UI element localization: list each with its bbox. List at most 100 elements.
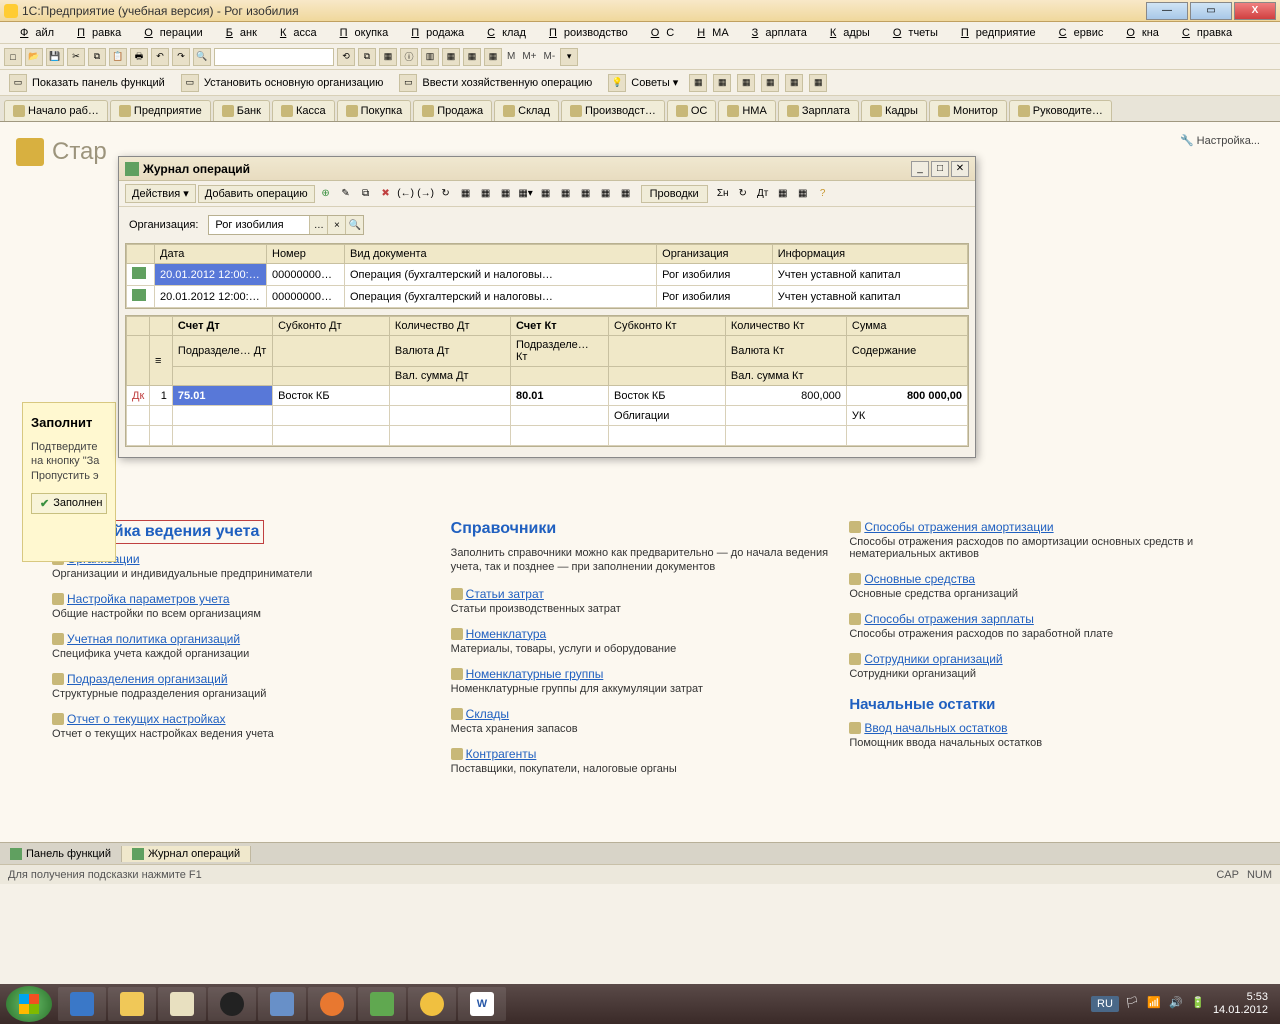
grid2-header[interactable] bbox=[127, 317, 150, 336]
grid1-header[interactable]: Дата bbox=[155, 245, 267, 264]
menu-окна[interactable]: Окна bbox=[1112, 25, 1166, 41]
grid2-header[interactable] bbox=[149, 317, 172, 336]
menu-операции[interactable]: Операции bbox=[130, 25, 209, 41]
maximize-button[interactable]: ▭ bbox=[1190, 2, 1232, 20]
tool6-icon[interactable]: ▦ bbox=[577, 185, 595, 203]
info-icon[interactable]: ⓘ bbox=[400, 48, 418, 66]
item-link[interactable]: Способы отражения амортизации bbox=[849, 520, 1228, 534]
tab-покупка[interactable]: Покупка bbox=[337, 100, 412, 121]
taskbar-word-icon[interactable]: W bbox=[458, 987, 506, 1021]
taskbar-app2-icon[interactable] bbox=[208, 987, 256, 1021]
tray-flag-icon[interactable]: 🏳 bbox=[1125, 996, 1141, 1012]
wintab-панельфункций[interactable]: Панель функций bbox=[0, 846, 122, 862]
help-icon[interactable]: ? bbox=[814, 185, 832, 203]
tab-монитор[interactable]: Монитор bbox=[929, 100, 1007, 121]
menu-продажа[interactable]: Продажа bbox=[397, 25, 471, 41]
grid2-header[interactable]: Субконто Дт bbox=[273, 317, 390, 336]
m-label[interactable]: M bbox=[505, 51, 517, 62]
grid2-header[interactable]: Количество Дт bbox=[389, 317, 510, 336]
grid2-header[interactable]: Счет Дт bbox=[172, 317, 272, 336]
tool-a-icon[interactable]: ⟲ bbox=[337, 48, 355, 66]
filter-icon[interactable]: ▦▾ bbox=[517, 185, 535, 203]
copy-icon[interactable]: ⧉ bbox=[357, 185, 375, 203]
menu-банк[interactable]: Банк bbox=[212, 25, 264, 41]
tab-склад[interactable]: Склад bbox=[494, 100, 559, 121]
grid1-header[interactable]: Организация bbox=[657, 245, 773, 264]
tool10-icon[interactable]: ▦ bbox=[774, 185, 792, 203]
journal-maximize-button[interactable]: □ bbox=[931, 161, 949, 177]
item-link[interactable]: Номенклатура bbox=[451, 627, 830, 641]
menu-производство[interactable]: Производство bbox=[535, 25, 635, 41]
nav-next-icon[interactable]: (→) bbox=[417, 185, 435, 203]
tab-началораб[interactable]: Начало раб… bbox=[4, 100, 108, 121]
tray-clock[interactable]: 5:53 14.01.2012 bbox=[1213, 991, 1274, 1017]
tool2-icon[interactable]: ▦ bbox=[477, 185, 495, 203]
tab-продажа[interactable]: Продажа bbox=[413, 100, 492, 121]
taskbar-msn-icon[interactable] bbox=[358, 987, 406, 1021]
taskbar-ie-icon[interactable] bbox=[58, 987, 106, 1021]
entry-row[interactable] bbox=[127, 426, 968, 446]
tab-касса[interactable]: Касса bbox=[272, 100, 335, 121]
item-link[interactable]: Учетная политика организаций bbox=[52, 632, 431, 646]
grid2-header[interactable]: Сумма bbox=[846, 317, 967, 336]
journal-minimize-button[interactable]: _ bbox=[911, 161, 929, 177]
tab-предприятие[interactable]: Предприятие bbox=[110, 100, 211, 121]
add-icon[interactable]: ⊕ bbox=[317, 185, 335, 203]
copy-icon[interactable]: ⧉ bbox=[88, 48, 106, 66]
aux4-icon[interactable]: ▦ bbox=[761, 74, 779, 92]
calc-icon[interactable]: ▦ bbox=[379, 48, 397, 66]
menu-склад[interactable]: Склад bbox=[473, 25, 533, 41]
tool-d-icon[interactable]: ▦ bbox=[463, 48, 481, 66]
tab-зарплата[interactable]: Зарплата bbox=[778, 100, 859, 121]
hint-button[interactable]: ✔Заполнен bbox=[31, 493, 107, 514]
entry-row[interactable]: Облигации УК bbox=[127, 406, 968, 426]
tool5-icon[interactable]: ▦ bbox=[557, 185, 575, 203]
settings-link[interactable]: 🔧 Настройка... bbox=[1180, 134, 1260, 147]
calendar-icon[interactable]: ▥ bbox=[421, 48, 439, 66]
menu-касса[interactable]: Касса bbox=[266, 25, 324, 41]
redo-icon[interactable]: ↷ bbox=[172, 48, 190, 66]
tips-button[interactable]: 💡Советы ▾ bbox=[603, 72, 683, 94]
org-search-button[interactable]: 🔍 bbox=[345, 216, 363, 234]
show-panel-button[interactable]: ▭Показать панель функций bbox=[4, 72, 170, 94]
undo-icon[interactable]: ↶ bbox=[151, 48, 169, 66]
grid2-header[interactable]: Счет Кт bbox=[510, 317, 608, 336]
grid1-header[interactable]: Номер bbox=[267, 245, 345, 264]
tab-производст[interactable]: Производст… bbox=[561, 100, 665, 121]
item-link[interactable]: Статьи затрат bbox=[451, 587, 830, 601]
save-icon[interactable]: 💾 bbox=[46, 48, 64, 66]
item-link[interactable]: Настройка параметров учета bbox=[52, 592, 431, 606]
tab-ос[interactable]: ОС bbox=[667, 100, 717, 121]
aux5-icon[interactable]: ▦ bbox=[785, 74, 803, 92]
tool-c-icon[interactable]: ▦ bbox=[442, 48, 460, 66]
wintab-журналопераций[interactable]: Журнал операций bbox=[122, 846, 251, 862]
tray-volume-icon[interactable]: 🔊 bbox=[1169, 996, 1185, 1012]
actions-button[interactable]: Действия ▾ bbox=[125, 184, 196, 203]
new-icon[interactable]: □ bbox=[4, 48, 22, 66]
menu-нма[interactable]: НМА bbox=[683, 25, 735, 41]
grid1-header[interactable]: Вид документа bbox=[345, 245, 657, 264]
org-input[interactable] bbox=[209, 217, 309, 233]
menu-отчеты[interactable]: Отчеты bbox=[879, 25, 945, 41]
edit-icon[interactable]: ✎ bbox=[337, 185, 355, 203]
entries-grid[interactable]: Счет ДтСубконто ДтКоличество ДтСчет Кт Су… bbox=[125, 315, 969, 447]
taskbar-app1-icon[interactable] bbox=[158, 987, 206, 1021]
menu-кадры[interactable]: Кадры bbox=[816, 25, 877, 41]
grid1-row[interactable]: 20.01.2012 12:00:…00000000…Операция (бух… bbox=[127, 264, 968, 286]
enter-op-button[interactable]: ▭Ввести хозяйственную операцию bbox=[394, 72, 597, 94]
open-icon[interactable]: 📂 bbox=[25, 48, 43, 66]
item-link[interactable]: Ввод начальных остатков bbox=[849, 721, 1228, 735]
grid2-header[interactable]: Количество Кт bbox=[725, 317, 846, 336]
menu-покупка[interactable]: Покупка bbox=[326, 25, 396, 41]
taskbar-paint-icon[interactable] bbox=[258, 987, 306, 1021]
tool7-icon[interactable]: ▦ bbox=[597, 185, 615, 203]
menu-сервис[interactable]: Сервис bbox=[1045, 25, 1111, 41]
print-icon[interactable]: 🖶 bbox=[130, 48, 148, 66]
menu-предприятие[interactable]: Предприятие bbox=[947, 25, 1043, 41]
taskbar-1c-icon[interactable] bbox=[408, 987, 456, 1021]
menu-ос[interactable]: ОС bbox=[637, 25, 682, 41]
sum-icon[interactable]: Σн bbox=[714, 185, 732, 203]
m-plus-label[interactable]: M+ bbox=[520, 51, 538, 62]
menu-зарплата[interactable]: Зарплата bbox=[738, 25, 814, 41]
tray-network-icon[interactable]: 📶 bbox=[1147, 996, 1163, 1012]
